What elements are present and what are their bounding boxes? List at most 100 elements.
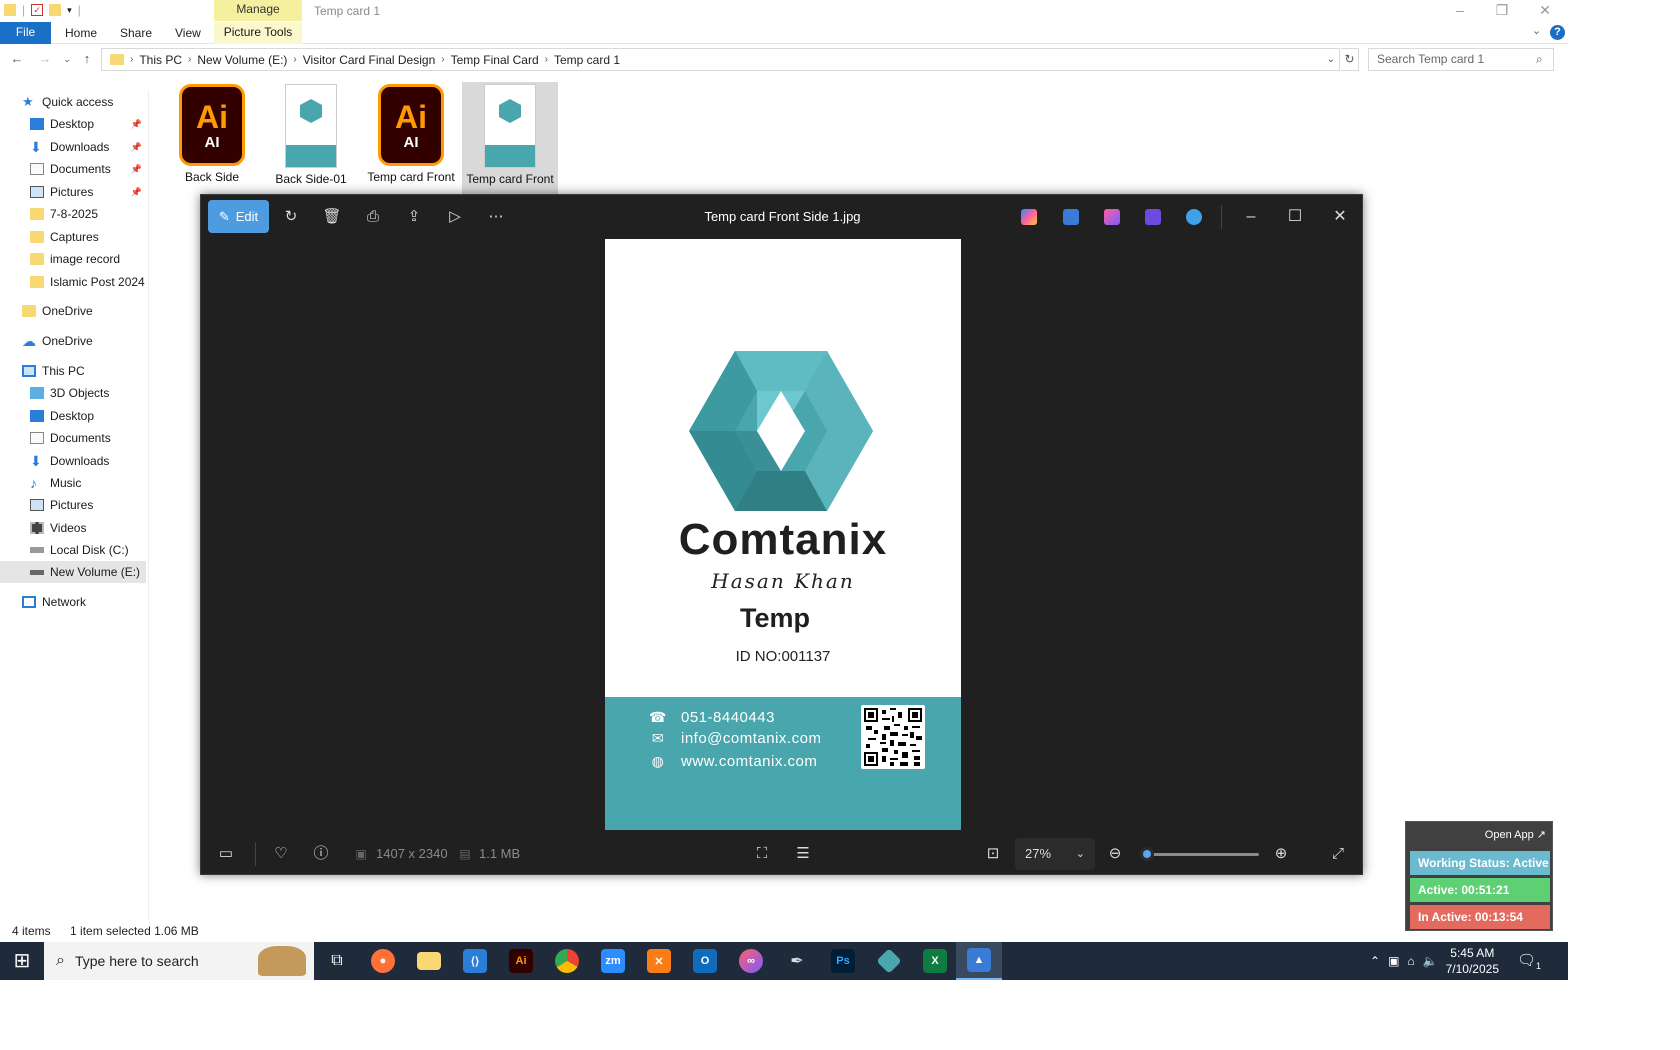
chevron-up-icon[interactable]: ⌃ (1370, 954, 1380, 968)
nav-pc-new-volume[interactable]: New Volume (E:) (0, 561, 146, 583)
delete-icon[interactable]: 🗑 (322, 207, 342, 227)
nav-pc-documents[interactable]: Documents (30, 427, 176, 449)
copilot-icon[interactable] (1021, 209, 1037, 225)
actual-size-icon[interactable]: ⊡ (983, 844, 1003, 864)
file-explorer-icon[interactable] (406, 942, 452, 980)
onedrive-icon[interactable] (1186, 209, 1202, 225)
edit-button[interactable]: ✎ Edit (208, 200, 269, 233)
nav-pc-pictures[interactable]: Pictures (30, 494, 176, 516)
favorite-icon[interactable]: ♡ (271, 844, 291, 864)
zoom-app-icon[interactable]: zm (590, 942, 636, 980)
file-item-selected[interactable]: Temp card Front Side 1 (462, 82, 558, 194)
nav-pc-music[interactable]: ♪ Music (30, 472, 176, 494)
taskbar-search[interactable]: ⌕ Type here to search (44, 942, 314, 980)
creative-cloud-icon[interactable]: ∞ (728, 942, 774, 980)
forward-arrow-icon[interactable]: → (36, 51, 54, 66)
firefox-icon[interactable]: ● (360, 942, 406, 980)
more-icon[interactable]: ⋯ (486, 207, 506, 227)
nav-pc-downloads[interactable]: ⬇ Downloads (30, 450, 176, 472)
nav-network[interactable]: Network (22, 591, 168, 613)
nav-onedrive[interactable]: ☁ OneDrive (22, 330, 168, 352)
chrome-icon[interactable] (544, 942, 590, 980)
nav-qa-image-record[interactable]: image record (30, 248, 176, 270)
illustrator-icon[interactable]: Ai (498, 942, 544, 980)
close-button[interactable]: ✕ (1326, 205, 1354, 229)
zoom-dropdown[interactable]: 27% ⌄ (1015, 838, 1095, 870)
breadcrumb-new-volume[interactable]: New Volume (E:) (191, 53, 293, 67)
refresh-icon[interactable]: ↻ (1341, 48, 1359, 71)
back-arrow-icon[interactable]: ← (8, 51, 26, 66)
maximize-button[interactable]: ☐ (1281, 205, 1309, 229)
nav-qa-captures[interactable]: Captures (30, 226, 176, 248)
designer-icon[interactable] (1104, 209, 1120, 225)
chevron-down-icon[interactable]: ⌄ (1327, 54, 1335, 65)
breadcrumb-visitor-card[interactable]: Visitor Card Final Design (297, 53, 442, 67)
text-scan-icon[interactable]: ☰ (793, 844, 813, 864)
nav-pc-3d-objects[interactable]: 3D Objects (30, 382, 176, 404)
file-item[interactable]: AiAI Temp card Front Side 1 (363, 84, 459, 184)
excel-icon[interactable]: X (912, 942, 958, 980)
breadcrumb-temp-card-1[interactable]: Temp card 1 (548, 53, 626, 67)
nav-onedrive-folder[interactable]: OneDrive (22, 300, 168, 322)
nav-qa-islamic-post[interactable]: Islamic Post 2024 (30, 271, 176, 293)
filmstrip-icon[interactable]: ▭ (216, 844, 236, 864)
minimize-button[interactable]: – (1445, 0, 1475, 22)
manage-tab[interactable]: Manage (214, 0, 302, 21)
nav-qa-pictures[interactable]: Pictures 📌 (30, 181, 146, 203)
visual-search-icon[interactable]: ⛶ (752, 844, 772, 864)
breadcrumb-temp-final-card[interactable]: Temp Final Card (445, 53, 545, 67)
zoom-slider-thumb[interactable] (1139, 847, 1154, 861)
nav-pc-desktop[interactable]: Desktop (30, 405, 176, 427)
search-icon[interactable]: ⌕ (1536, 52, 1543, 67)
new-folder-icon[interactable] (49, 4, 62, 16)
tracker-app-icon[interactable] (866, 942, 912, 980)
zoom-out-icon[interactable]: ⊖ (1105, 844, 1125, 864)
share-tab[interactable]: Share (120, 26, 152, 40)
photoshop-icon[interactable]: Ps (820, 942, 866, 980)
help-icon[interactable]: ? (1550, 25, 1565, 40)
open-app-link[interactable]: Open App ↗ (1485, 828, 1546, 841)
info-icon[interactable]: ⓘ (311, 844, 331, 864)
clipchamp-icon[interactable] (1145, 209, 1161, 225)
breadcrumb-this-pc[interactable]: This PC (133, 53, 188, 67)
nav-quick-access[interactable]: ★ Quick access (22, 91, 168, 113)
outlook-icon[interactable]: O (682, 942, 728, 980)
file-item[interactable]: Back Side-01 (263, 84, 359, 186)
home-tab[interactable]: Home (65, 26, 97, 40)
address-bar[interactable]: › This PC › New Volume (E:) › Visitor Ca… (101, 48, 1340, 71)
customize-qat-icon[interactable]: ▾ (67, 5, 72, 16)
recent-locations-icon[interactable]: ⌄ (58, 54, 76, 65)
nav-qa-desktop[interactable]: Desktop 📌 (30, 113, 146, 135)
volume-icon[interactable]: 🔈 (1423, 954, 1438, 968)
task-view-icon[interactable]: ⧉ (314, 942, 360, 980)
zoom-in-icon[interactable]: ⊕ (1271, 844, 1291, 864)
fullscreen-icon[interactable]: ⤢ (1328, 844, 1348, 864)
minimize-button[interactable]: – (1237, 205, 1265, 229)
wifi-icon[interactable]: ⌂ (1407, 954, 1414, 968)
nav-qa-folder[interactable]: 7-8-2025 (30, 203, 176, 225)
paint-icon[interactable] (1063, 209, 1079, 225)
pen-tool-icon[interactable]: ✒ (774, 942, 820, 980)
folder-icon[interactable] (4, 4, 16, 16)
file-tab[interactable]: File (0, 22, 51, 44)
rotate-icon[interactable]: ↻ (281, 207, 301, 227)
properties-icon[interactable]: ✓ (31, 4, 44, 16)
search-input[interactable]: Search Temp card 1 (1368, 48, 1554, 71)
clock[interactable]: 5:45 AM 7/10/2025 (1446, 945, 1499, 977)
slideshow-icon[interactable]: ▷ (445, 207, 465, 227)
photos-app-icon[interactable]: ▲ (956, 942, 1002, 980)
notification-icon[interactable]: 🗨1 (1517, 951, 1541, 971)
view-tab[interactable]: View (175, 26, 201, 40)
nav-pc-videos[interactable]: Videos (30, 517, 176, 539)
nav-pc-local-disk[interactable]: Local Disk (C:) (30, 539, 176, 561)
up-arrow-icon[interactable]: ↑ (78, 51, 96, 66)
nav-qa-documents[interactable]: Documents 📌 (30, 158, 146, 180)
vscode-icon[interactable]: ⟨⟩ (452, 942, 498, 980)
nav-qa-downloads[interactable]: ⬇ Downloads 📌 (30, 136, 146, 158)
xampp-icon[interactable]: ✕ (636, 942, 682, 980)
zoom-slider[interactable] (1141, 853, 1259, 856)
share-icon[interactable]: ⇪ (404, 207, 424, 227)
file-item[interactable]: Ai AI Back Side (164, 84, 260, 184)
close-button[interactable]: ✕ (1530, 0, 1560, 22)
picture-tools-tab[interactable]: Picture Tools (214, 22, 302, 44)
